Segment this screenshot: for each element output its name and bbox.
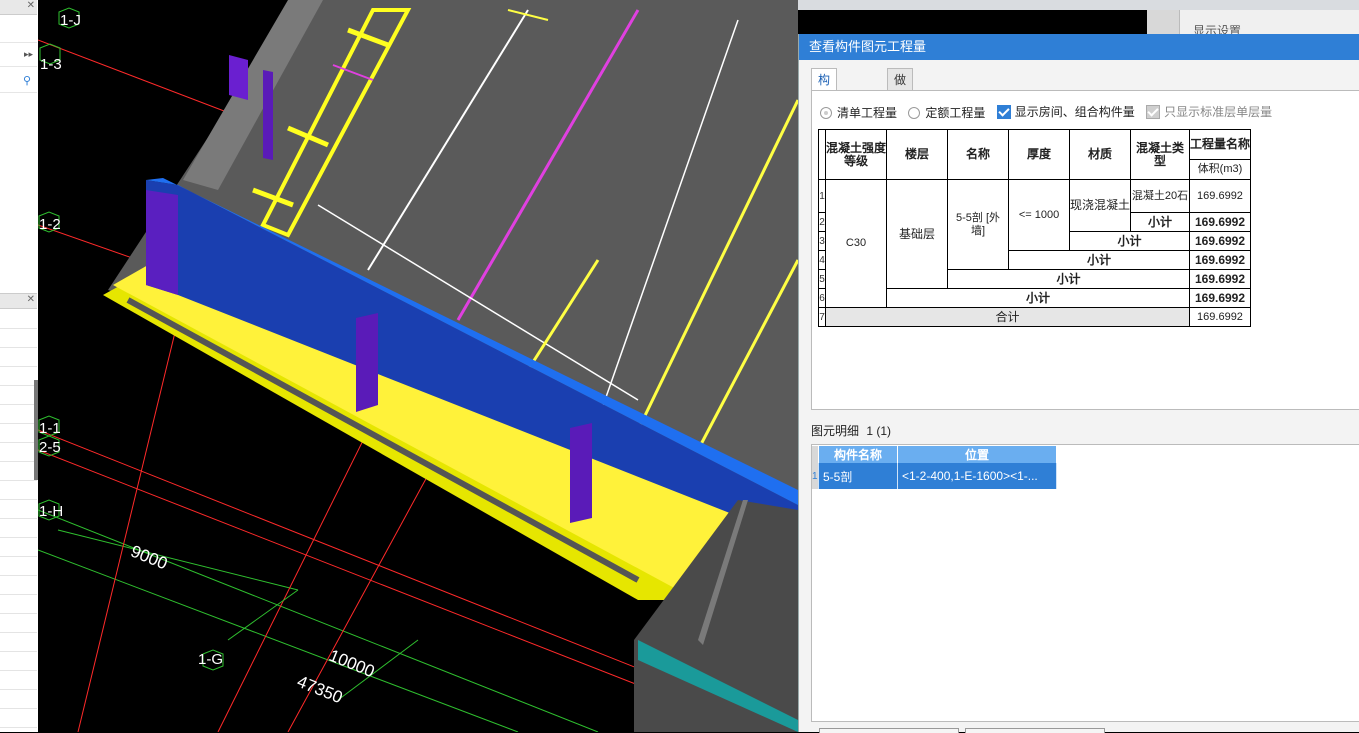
axis-label: 1-3 bbox=[40, 56, 62, 73]
purple-column bbox=[356, 313, 378, 412]
cell-thickness: <= 1000 bbox=[1008, 179, 1070, 251]
cell-concrete-type: 混凝土20石 bbox=[1130, 179, 1190, 213]
dialog-button[interactable] bbox=[819, 728, 959, 733]
cell-value: 169.6992 bbox=[1189, 250, 1251, 270]
axis-label: 1-G bbox=[198, 651, 224, 668]
3d-viewport[interactable]: 1-J 1-3 1-2 1-1 2-5 1-H 1-G 9000 10000 4… bbox=[38, 0, 798, 732]
axis-line bbox=[77, 319, 179, 732]
expand-icon[interactable]: ▸▸ bbox=[24, 49, 33, 60]
dialog-button[interactable] bbox=[965, 728, 1105, 733]
checkbox-icon bbox=[1146, 104, 1161, 119]
header-quantity-name: 工程量名称 bbox=[1189, 129, 1251, 160]
row-number: 3 bbox=[818, 231, 826, 251]
detail-count: 1 (1) bbox=[866, 424, 892, 438]
axis-label: 1-1 bbox=[39, 420, 61, 437]
dialog-buttons bbox=[819, 728, 1359, 733]
cell-material: 现浇混凝土 bbox=[1069, 179, 1131, 232]
cell-component-name[interactable]: 5-5剖 bbox=[818, 463, 898, 489]
radio-icon bbox=[908, 106, 921, 119]
cell-value: 169.6992 bbox=[1189, 179, 1251, 213]
cell-value: 169.6992 bbox=[1189, 307, 1251, 327]
header-name: 名称 bbox=[947, 129, 1009, 180]
option-show-room-quantity[interactable]: 显示房间、组合构件量 bbox=[996, 103, 1135, 120]
header-position[interactable]: 位置 bbox=[897, 446, 1057, 463]
axis-line bbox=[38, 549, 519, 732]
row-number: 2 bbox=[818, 212, 826, 232]
left-panel-header: ✕ bbox=[0, 0, 37, 15]
cell-subtotal-label: 小计 bbox=[1008, 250, 1190, 270]
cell-total-label: 合计 bbox=[825, 307, 1190, 327]
display-settings-strip: 显示设置 bbox=[1147, 10, 1359, 38]
dim-line bbox=[227, 589, 299, 641]
search-icon[interactable]: ⚲ bbox=[23, 74, 31, 87]
header-concrete-type: 混凝土类型 bbox=[1130, 129, 1190, 180]
cell-subtotal-label: 小计 bbox=[886, 288, 1190, 308]
option-quota-quantity[interactable]: 定额工程量 bbox=[908, 104, 985, 121]
detail-table: 构件名称 位置 1 5-5剖 <1-2-400,1-E-1600><1-... bbox=[812, 446, 1057, 489]
left-panel-row bbox=[0, 22, 37, 43]
header-material: 材质 bbox=[1069, 129, 1131, 180]
3d-scene bbox=[38, 0, 798, 732]
cell-floor: 基础层 bbox=[886, 179, 948, 289]
view-icon[interactable] bbox=[1147, 10, 1180, 34]
dim-line bbox=[57, 529, 299, 591]
left-panel-row: ▸▸ bbox=[0, 46, 37, 67]
header-component-name[interactable]: 构件名称 bbox=[818, 446, 898, 463]
quantity-panel: 清单工程量 定额工程量 显示房间、组合构件量 只显示标准层单层量 混凝土强度等级… bbox=[811, 90, 1359, 410]
row-number: 5 bbox=[818, 269, 826, 289]
left-panel: ✕ ▸▸ ⚲ ✕ bbox=[0, 0, 39, 732]
detail-panel: 构件名称 位置 1 5-5剖 <1-2-400,1-E-1600><1-... bbox=[811, 444, 1359, 722]
header-thickness: 厚度 bbox=[1008, 129, 1070, 180]
axis-label: 1-H bbox=[39, 503, 64, 520]
cell-value: 169.6992 bbox=[1189, 212, 1251, 232]
detail-header: 图元明细 1 (1) bbox=[811, 422, 891, 439]
axis-label: 2-5 bbox=[39, 439, 61, 456]
purple-column bbox=[146, 190, 178, 295]
row-number: 4 bbox=[818, 250, 826, 270]
purple-column bbox=[570, 423, 592, 523]
header-floor: 楼层 bbox=[886, 129, 948, 180]
options-row: 清单工程量 定额工程量 显示房间、组合构件量 只显示标准层单层量 bbox=[820, 103, 1280, 121]
cell-value: 169.6992 bbox=[1189, 269, 1251, 289]
close-icon[interactable]: ✕ bbox=[27, 294, 35, 305]
cell-subtotal-label: 小计 bbox=[1069, 231, 1190, 251]
cell-value: 169.6992 bbox=[1189, 231, 1251, 251]
close-icon[interactable]: ✕ bbox=[27, 0, 35, 11]
cell-value: 169.6992 bbox=[1189, 288, 1251, 308]
option-standard-floor-only: 只显示标准层单层量 bbox=[1146, 103, 1272, 120]
detail-label: 图元明细 bbox=[811, 424, 860, 438]
quantity-table: 混凝土强度等级 楼层 名称 厚度 材质 混凝土类型 工程量名称 体积(m3) 1… bbox=[818, 129, 1251, 327]
property-grid[interactable] bbox=[0, 310, 37, 730]
row-number: 7 bbox=[818, 307, 826, 327]
tab-method-quantity[interactable]: 做法工程量 bbox=[887, 68, 914, 175]
quantity-dialog: 查看构件图元工程量 构件工程量 做法工程量 清单工程量 定额工程量 显示房间、组… bbox=[798, 34, 1359, 733]
cell-subtotal-label: 小计 bbox=[1130, 212, 1190, 232]
option-bill-quantity[interactable]: 清单工程量 bbox=[820, 104, 897, 121]
dialog-title: 查看构件图元工程量 bbox=[799, 34, 1359, 60]
row-number: 6 bbox=[818, 288, 826, 308]
row-number bbox=[818, 129, 826, 180]
radio-icon bbox=[820, 106, 832, 119]
checkbox-icon bbox=[996, 104, 1011, 119]
left-panel-separator: ✕ bbox=[0, 293, 37, 309]
axis-label: 1-2 bbox=[39, 216, 61, 233]
tab-component-quantity[interactable]: 构件工程量 bbox=[811, 68, 838, 175]
purple-column bbox=[263, 70, 273, 160]
purple-column bbox=[229, 55, 248, 100]
row-number: 1 bbox=[818, 179, 826, 213]
table-row[interactable]: 1 5-5剖 <1-2-400,1-E-1600><1-... bbox=[812, 463, 1057, 489]
cell-name: 5-5剖 [外墙] bbox=[947, 179, 1009, 270]
cell-position[interactable]: <1-2-400,1-E-1600><1-... bbox=[897, 463, 1057, 489]
header-grade: 混凝土强度等级 bbox=[825, 129, 887, 180]
cell-grade: C30 bbox=[825, 179, 887, 308]
left-panel-search[interactable]: ⚲ bbox=[0, 72, 37, 93]
header-volume: 体积(m3) bbox=[1189, 159, 1251, 180]
cell-subtotal-label: 小计 bbox=[947, 269, 1190, 289]
axis-label: 1-J bbox=[60, 12, 81, 29]
